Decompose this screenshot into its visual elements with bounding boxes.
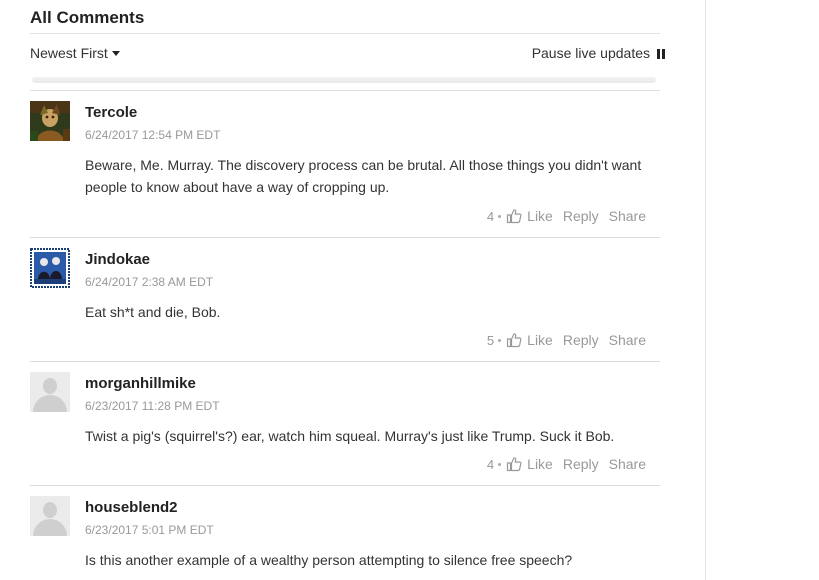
comment-author[interactable]: Jindokae: [85, 251, 150, 268]
caret-down-icon: [111, 51, 120, 56]
share-button[interactable]: Share: [609, 208, 646, 224]
like-button[interactable]: Like: [527, 208, 553, 224]
comment-author[interactable]: houseblend2: [85, 499, 178, 516]
comment-actions: 4 Like Reply Share: [487, 207, 646, 224]
comment-date: 6/23/2017 5:01 PM EDT: [85, 523, 214, 537]
thumbs-up-icon[interactable]: [506, 208, 522, 224]
reply-button[interactable]: Reply: [563, 208, 599, 224]
like-count: 4: [486, 456, 495, 472]
comments-title: All Comments: [30, 8, 145, 27]
avatar[interactable]: [30, 248, 70, 288]
avatar[interactable]: [30, 101, 70, 141]
comment-body: Beware, Me. Murray. The discovery proces…: [85, 157, 642, 195]
comment-date: 6/24/2017 12:54 PM EDT: [85, 128, 221, 142]
thumbs-up-icon[interactable]: [506, 456, 522, 472]
comment-item: Tercole 6/24/2017 12:54 PM EDT Beware, M…: [30, 91, 660, 238]
reply-button[interactable]: Reply: [563, 456, 599, 472]
divider: [30, 33, 660, 34]
comment-body: Eat sh*t and die, Bob.: [85, 304, 221, 320]
comment-body: Twist a pig's (squirrel's?) ear, watch h…: [85, 428, 615, 444]
comment-item: morganhillmike 6/23/2017 11:28 PM EDT Tw…: [30, 362, 660, 486]
comment-item: Jindokae 6/24/2017 2:38 AM EDT Eat sh*t …: [30, 238, 660, 362]
pause-label: Pause live updates: [531, 45, 650, 61]
comment-author[interactable]: Tercole: [85, 104, 137, 121]
thumbs-up-icon[interactable]: [506, 332, 522, 348]
reply-button[interactable]: Reply: [563, 332, 599, 348]
comment-date: 6/24/2017 2:38 AM EDT: [85, 275, 214, 289]
comment-body: Is this another example of a wealthy per…: [85, 552, 573, 568]
sort-dropdown[interactable]: Newest First: [30, 45, 120, 61]
pause-live-updates-button[interactable]: Pause live updates: [532, 45, 660, 61]
separator-dot: [498, 338, 502, 342]
sort-label: Newest First: [30, 45, 108, 61]
like-count: 4: [486, 208, 495, 224]
pause-icon: [657, 49, 660, 59]
comment-date: 6/23/2017 11:28 PM EDT: [85, 399, 220, 413]
default-avatar-icon[interactable]: [30, 496, 70, 536]
like-count: 5: [486, 332, 495, 348]
separator-dot: [498, 214, 502, 218]
like-button[interactable]: Like: [527, 456, 553, 472]
comment-actions: 5 Like Reply Share: [487, 331, 646, 348]
comment-actions: 4 Like Reply Share: [487, 455, 646, 472]
share-button[interactable]: Share: [609, 456, 646, 472]
comment-author[interactable]: morganhillmike: [85, 375, 196, 392]
like-button[interactable]: Like: [527, 332, 553, 348]
default-avatar-icon[interactable]: [30, 372, 70, 412]
sidebar-divider: [705, 0, 706, 580]
comment-box-collapsed[interactable]: [32, 77, 656, 83]
separator-dot: [498, 462, 502, 466]
comment-item: houseblend2 6/23/2017 5:01 PM EDT Is thi…: [30, 486, 660, 580]
share-button[interactable]: Share: [609, 332, 646, 348]
